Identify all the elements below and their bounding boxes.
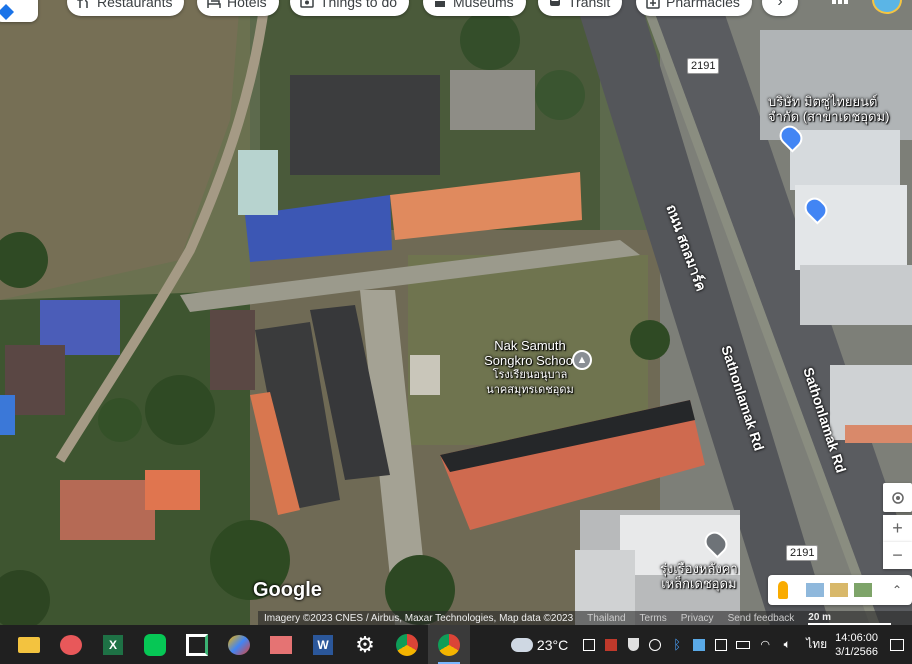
battery-icon[interactable] [732,625,754,664]
chip-pharmacies[interactable]: Pharmacies [636,0,752,16]
company-line2: จำกัด (สาขาเดชอุดม) [768,109,890,124]
crosshair-icon [891,491,904,504]
scissors-icon [60,634,82,655]
tray-app-icon[interactable] [600,625,622,664]
plus-icon: + [892,518,903,538]
taskbar-word[interactable]: W [302,625,344,664]
clock[interactable]: 14:06:00 3/1/2566 [835,631,878,659]
route-shield: 2191 [786,545,819,561]
privacy-link[interactable]: Privacy [681,613,714,624]
scale-label[interactable]: 20 m [808,612,892,625]
chip-label: Hotels [227,0,267,10]
chip-things-to-do[interactable]: Things to do [290,0,410,16]
transit-icon [550,0,560,6]
palette-icon [228,634,250,655]
map-viewport[interactable]: Restaurants Hotels Things to do Museums … [0,0,912,625]
school-thai-line1: โรงเรียนอนุบาล [492,369,568,381]
taskbar-chrome-active[interactable] [428,625,470,664]
feedback-link[interactable]: Send feedback [728,613,795,624]
word-icon: W [313,634,333,655]
taskbar-line[interactable] [134,625,176,664]
apps-grid-icon[interactable] [832,0,850,8]
pharmacy-icon [646,0,660,9]
directions-icon [0,4,14,20]
google-logo: Google [253,579,322,601]
shield-icon[interactable] [622,625,644,664]
school-label[interactable]: Nak Samuth Songkro School โรงเรียนอนุบาล… [470,338,590,398]
layers-panel[interactable]: ⌃ [768,575,912,605]
shop-line1: รุ่งเรืองหลังคา [660,561,738,576]
school-pin-icon[interactable]: ▲ [572,350,592,370]
taskbar-camtasia[interactable] [176,625,218,664]
taskbar-app[interactable] [260,625,302,664]
taskbar: X W ⚙ 23°C ᛒ ◠ 🔈︎ ไทย 14:06:00 3/1/2566 [0,625,912,664]
clock-date: 3/1/2566 [835,645,878,658]
chip-label: Things to do [320,0,398,10]
chip-museums[interactable]: Museums [423,0,526,16]
tray-app-icon[interactable] [688,625,710,664]
folder-icon [18,636,40,653]
gear-icon: ⚙ [355,631,375,657]
taskbar-file-explorer[interactable] [8,625,50,664]
my-location-button[interactable] [883,483,912,512]
taskbar-settings[interactable]: ⚙ [344,625,386,664]
chip-hotels[interactable]: Hotels [197,0,279,16]
zoom-in-button[interactable]: + [883,515,912,542]
layer-thumb-icon[interactable] [854,583,872,597]
excel-icon: X [103,634,123,655]
restaurant-icon [77,0,88,8]
layer-thumb-icon[interactable] [806,583,824,597]
company-label[interactable]: บริษัท มิตซูไทยยนต์ จำกัด (สาขาเดชอุดม) [768,94,889,124]
chip-transit[interactable]: Transit [538,0,623,16]
attribution-bar: Imagery ©2023 CNES / Airbus, Maxar Techn… [258,611,912,625]
directions-button[interactable] [0,0,38,22]
chip-restaurants[interactable]: Restaurants [67,0,185,16]
camtasia-icon [186,633,208,656]
taskbar-excel[interactable]: X [92,625,134,664]
taskbar-chrome[interactable] [386,625,428,664]
expand-icon[interactable]: ⌃ [892,583,902,597]
books-icon [270,635,292,654]
tray-app-icon[interactable] [578,625,600,664]
layer-thumb-icon[interactable] [830,583,848,597]
weather-icon[interactable] [510,637,533,652]
bluetooth-icon[interactable]: ᛒ [666,625,688,664]
chip-label: Museums [453,0,514,10]
taskbar-paint[interactable] [218,625,260,664]
chevron-right-icon: › [777,0,783,10]
shop-line2: เหล็กเดชอุดม [661,576,737,591]
chip-label: Restaurants [97,0,173,10]
line-icon [144,633,166,656]
country-label[interactable]: Thailand [587,613,625,624]
museum-icon [434,0,446,7]
chip-label: Transit [568,0,611,10]
minus-icon: − [892,545,903,565]
school-thai-line2: นาคสมุทรเดชอุดม [486,384,574,396]
hotel-icon [207,0,221,8]
zoom-out-button[interactable]: − [883,542,912,569]
language-indicator[interactable]: ไทย [806,635,827,654]
company-line1: บริษัท มิตซูไทยยนต์ [768,94,878,109]
taskbar-snipping-tool[interactable] [50,625,92,664]
tray-app-icon[interactable] [644,625,666,664]
system-tray: 23°C ᛒ ◠ 🔈︎ ไทย 14:06:00 3/1/2566 [510,625,912,664]
pegman-icon[interactable] [778,581,788,599]
volume-icon[interactable]: 🔈︎ [776,625,798,664]
chrome-icon [396,633,418,656]
wifi-icon[interactable]: ◠ [754,625,776,664]
temperature[interactable]: 23°C [537,637,568,653]
shop-label[interactable]: รุ่งเรืองหลังคา เหล็กเดชอุดม [660,561,738,591]
route-shield: 2191 [687,58,720,74]
notification-icon[interactable] [886,625,908,664]
imagery-credit: Imagery ©2023 CNES / Airbus, Maxar Techn… [264,612,574,624]
clock-time: 14:06:00 [835,631,878,644]
chrome-icon [438,633,460,656]
camera-icon [300,0,314,8]
chip-label: Pharmacies [666,0,740,10]
terms-link[interactable]: Terms [640,613,667,624]
tray-app-icon[interactable] [710,625,732,664]
